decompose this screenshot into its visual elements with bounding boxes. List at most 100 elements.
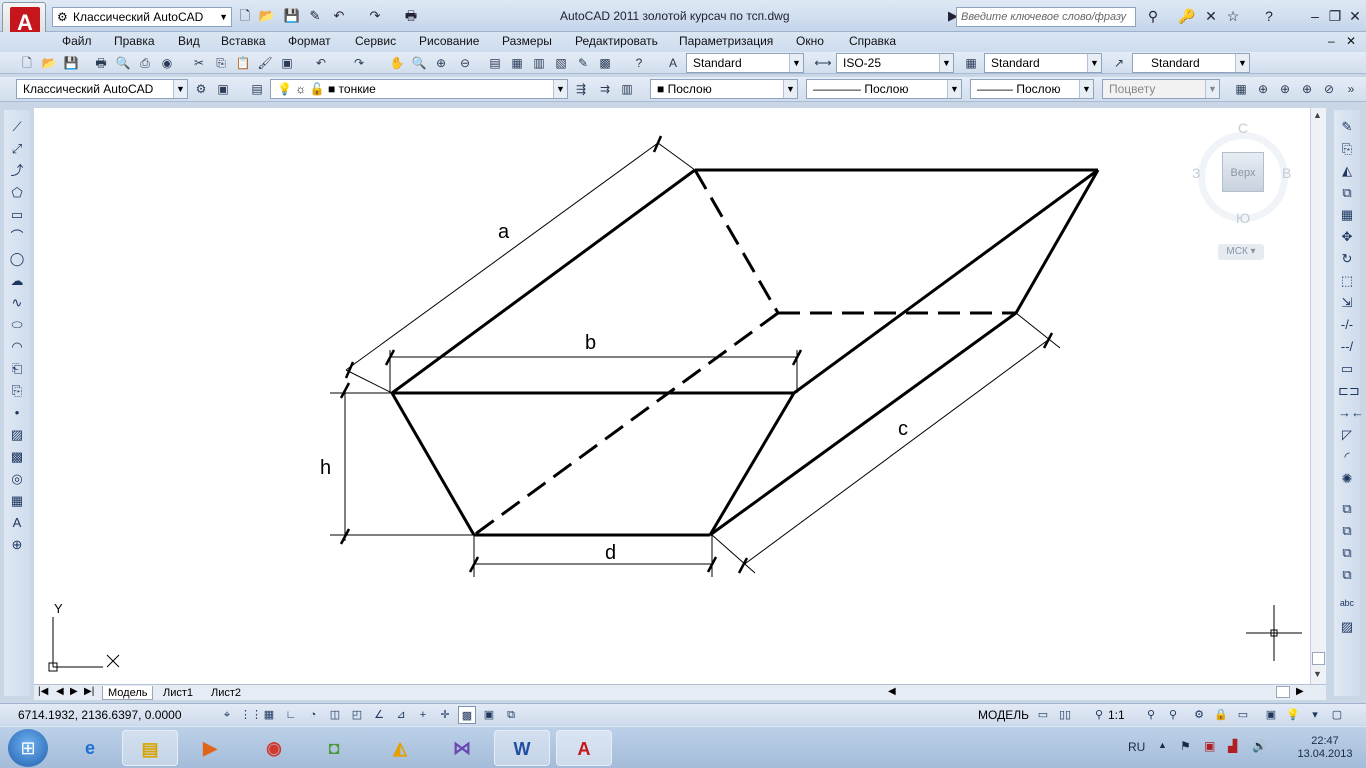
ducs-icon[interactable]: ⊿ <box>392 706 410 724</box>
polar-tracking-icon[interactable]: ◔ <box>304 706 322 724</box>
3d-osnap-icon[interactable]: ◰ <box>348 706 366 724</box>
language-indicator[interactable]: RU <box>1128 740 1145 754</box>
zoom-previous-icon[interactable]: ⊖ <box>456 54 474 72</box>
transparency-icon[interactable]: ⊘ <box>1320 80 1338 98</box>
rotate-icon[interactable]: ↻ <box>1338 250 1356 268</box>
mirror-icon[interactable]: ◭ <box>1338 162 1356 180</box>
network-icon[interactable]: ▟ <box>1228 739 1237 753</box>
flag-icon[interactable]: ⚑ <box>1180 739 1191 753</box>
save-icon[interactable]: 💾 <box>62 54 80 72</box>
text-style-combo[interactable]: Standard ▼ <box>686 53 804 73</box>
hatch-icon[interactable]: ▨ <box>8 426 26 444</box>
hscroll-right-icon[interactable]: ▶ <box>1296 686 1304 697</box>
menu-parametric[interactable]: Параметризация <box>679 34 773 48</box>
plot-icon[interactable]: 🖶 <box>92 54 110 72</box>
quick-properties-icon[interactable]: ▣ <box>480 706 498 724</box>
3d-print-icon[interactable]: ◉ <box>158 54 176 72</box>
sheet-set-icon[interactable]: ▧ <box>552 54 570 72</box>
construction-line-icon[interactable]: ⤢ <box>8 140 26 158</box>
word-icon[interactable]: W <box>494 730 550 766</box>
autocad-taskbar-icon[interactable]: A <box>556 730 612 766</box>
gradient-icon[interactable]: ▩ <box>8 448 26 466</box>
copy-icon[interactable]: ⎘ <box>212 54 230 72</box>
transparency-toggle-icon[interactable]: ▩ <box>458 706 476 724</box>
hscroll-left-icon[interactable]: ◀ <box>888 686 896 697</box>
stretch-icon[interactable]: ⇲ <box>1338 294 1356 312</box>
minimize-icon[interactable]: – <box>1304 6 1326 26</box>
viewcube[interactable]: Верх С Ю В З МСК ▾ <box>1184 118 1302 266</box>
restore-icon[interactable]: ❐ <box>1324 6 1346 26</box>
make-current-layer-icon[interactable]: ⇶ <box>572 80 590 98</box>
layer-previous-icon[interactable]: ⇉ <box>596 80 614 98</box>
break-icon[interactable]: ⊏⊐ <box>1338 382 1360 400</box>
vertical-scrollbar[interactable]: ▲ ▼ <box>1310 108 1326 684</box>
make-block-icon[interactable]: ⎘ <box>8 382 26 400</box>
clock[interactable]: 22:47 13.04.2013 <box>1290 735 1360 761</box>
gear-icon[interactable]: ⚙ <box>192 80 210 98</box>
ellipse-arc-icon[interactable]: ◠ <box>8 338 26 356</box>
dim-style-icon[interactable]: ⟷ <box>814 54 832 72</box>
device-icon[interactable]: ▣ <box>1204 739 1215 753</box>
layout-icon[interactable]: ▭ <box>1034 706 1052 724</box>
scroll-down-icon[interactable]: ▼ <box>1313 669 1322 679</box>
rectangle-icon[interactable]: ▭ <box>8 206 26 224</box>
annotation-visibility-icon[interactable]: ⚲ <box>1142 706 1160 724</box>
markup-icon[interactable]: ✎ <box>574 54 592 72</box>
line-icon[interactable]: ⟋ <box>8 118 26 136</box>
menu-insert[interactable]: Вставка <box>221 34 266 48</box>
compass-south[interactable]: Ю <box>1236 210 1250 226</box>
arc-icon[interactable]: ⌒ <box>8 228 26 246</box>
design-center-icon[interactable]: ▦ <box>508 54 526 72</box>
circle-icon[interactable]: ◯ <box>8 250 26 268</box>
new-file-icon[interactable]: 🗋 <box>236 8 254 24</box>
linetype-combo[interactable]: ———— Послою ▼ <box>806 79 962 99</box>
menu-modify[interactable]: Редактировать <box>575 34 658 48</box>
lineweight-toggle-icon[interactable]: ✛ <box>436 706 454 724</box>
explode-icon[interactable]: ✺ <box>1338 470 1356 488</box>
visual-studio-icon[interactable]: ⋈ <box>434 730 490 766</box>
scroll-thumb[interactable] <box>1312 652 1325 665</box>
menu-file[interactable]: Файл <box>62 34 92 48</box>
undo-icon[interactable]: ↶ <box>312 54 330 72</box>
color-combo[interactable]: ■ Послою ▼ <box>650 79 798 99</box>
revcloud-icon[interactable]: ☁ <box>8 272 26 290</box>
menu-view[interactable]: Вид <box>178 34 200 48</box>
compass-north[interactable]: С <box>1238 120 1248 136</box>
help-icon[interactable]: ? <box>630 54 648 72</box>
favorites-star-icon[interactable]: ☆ <box>1222 6 1244 26</box>
extend-icon[interactable]: --/ <box>1338 338 1356 356</box>
text-front-icon[interactable]: ᵃᵇᶜ <box>1338 596 1356 614</box>
isolate-objects-icon[interactable]: ▣ <box>1262 706 1280 724</box>
menu-edit[interactable]: Правка <box>114 34 155 48</box>
clean-screen-icon[interactable]: ▢ <box>1328 706 1346 724</box>
insert-block-icon[interactable]: ⎗ <box>8 360 26 378</box>
dynamic-input-icon[interactable]: + <box>414 706 432 724</box>
tab-layout2[interactable]: Лист2 <box>206 686 246 700</box>
tool-palettes-icon[interactable]: ▥ <box>530 54 548 72</box>
draworder-under-icon[interactable]: ⧉ <box>1338 566 1356 584</box>
spline-icon[interactable]: ∿ <box>8 294 26 312</box>
array-icon[interactable]: ▦ <box>1338 206 1356 224</box>
zoom-window-icon[interactable]: ⊕ <box>432 54 450 72</box>
polygon-icon[interactable]: ⬠ <box>8 184 26 202</box>
join-icon[interactable]: →← <box>1338 404 1364 422</box>
compass-east[interactable]: В <box>1282 165 1291 181</box>
add-selected-icon[interactable]: ⊕ <box>8 536 26 554</box>
table-icon[interactable]: ▦ <box>1232 80 1250 98</box>
coordinates-readout[interactable]: 6714.1932, 2136.6397, 0.0000 <box>18 708 182 722</box>
model-space-label[interactable]: МОДЕЛЬ <box>978 708 1029 722</box>
last-tab-icon[interactable]: ▶| <box>84 686 94 697</box>
drawing-canvas[interactable]: a b h d c Y <box>34 108 1310 684</box>
properties-icon[interactable]: ▤ <box>486 54 504 72</box>
first-tab-icon[interactable]: |◀ <box>38 686 48 697</box>
globe-2-icon[interactable]: ⊕ <box>1276 80 1294 98</box>
save-icon[interactable]: 💾 <box>283 8 301 24</box>
draworder-back-icon[interactable]: ⧉ <box>1338 522 1356 540</box>
layer-properties-icon[interactable]: ▤ <box>248 80 266 98</box>
table-style-combo[interactable]: Standard ▼ <box>984 53 1102 73</box>
mtext-icon[interactable]: A <box>8 514 26 532</box>
polyline-icon[interactable]: ⤴ <box>8 162 26 180</box>
move-icon[interactable]: ✥ <box>1338 228 1356 246</box>
annotation-scale-value[interactable]: 1:1 <box>1108 708 1125 722</box>
workspace-switch-icon[interactable]: ⚙ <box>1190 706 1208 724</box>
